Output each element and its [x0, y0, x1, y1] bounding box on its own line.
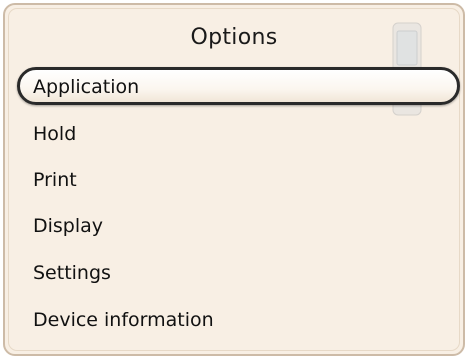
options-menu-panel: Options Application Hold Print Display S…: [3, 3, 465, 356]
menu-item-display[interactable]: Display: [19, 208, 447, 244]
menu-item-device-information[interactable]: Device information: [19, 302, 447, 338]
menu-item-application[interactable]: Application: [17, 67, 460, 105]
menu-item-print[interactable]: Print: [19, 162, 447, 198]
menu-item-hold[interactable]: Hold: [19, 116, 447, 152]
menu-item-settings[interactable]: Settings: [19, 255, 447, 291]
menu-title: Options: [190, 25, 278, 50]
